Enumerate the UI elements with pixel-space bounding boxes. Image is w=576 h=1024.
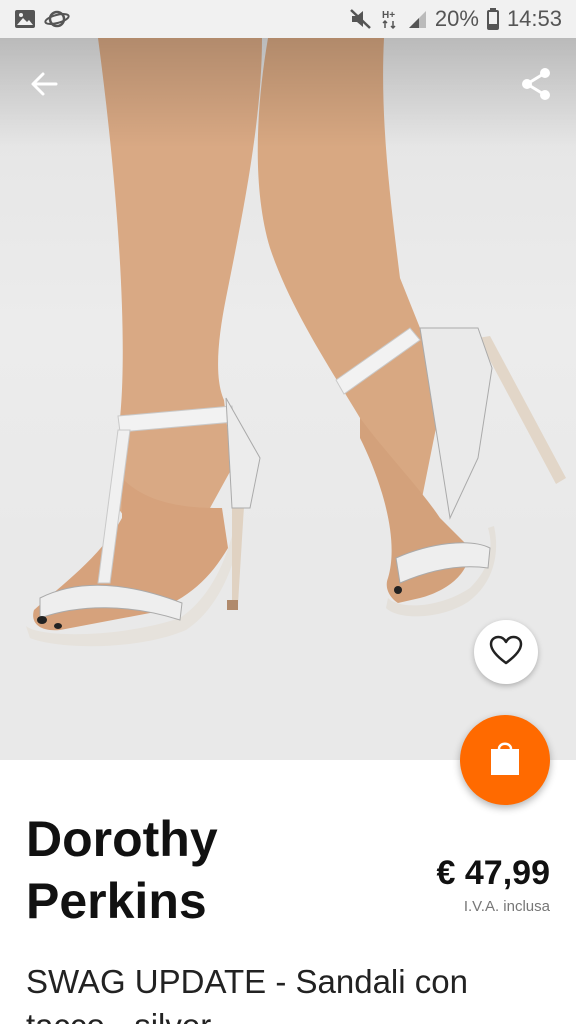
price-box: € 47,99 I.V.A. inclusa <box>437 852 550 915</box>
shopping-bag-icon <box>489 739 521 782</box>
battery-icon <box>486 8 499 30</box>
status-left <box>0 9 70 29</box>
status-bar: H+ 20% 14:53 <box>0 0 576 38</box>
heart-outline-icon <box>489 635 523 670</box>
share-icon <box>520 67 552 106</box>
product-name: SWAG UPDATE - Sandali con tacco - silver <box>26 963 468 1024</box>
mute-icon <box>349 8 373 30</box>
planet-notification-icon <box>44 9 70 29</box>
image-top-shade <box>0 38 576 148</box>
product-detail-screen: H+ 20% 14:53 Dorothy Perkins € 47,99 I.V… <box>0 0 576 1024</box>
battery-percent: 20% <box>434 6 479 31</box>
status-right: H+ 20% 14:53 <box>349 6 576 32</box>
svg-text:H+: H+ <box>382 10 395 21</box>
signal-icon <box>407 9 427 29</box>
favorite-button[interactable] <box>474 620 538 684</box>
gallery-notification-icon <box>14 9 36 29</box>
vat-note: I.V.A. inclusa <box>463 898 550 915</box>
network-type-icon: H+ <box>381 8 399 30</box>
add-to-cart-button[interactable] <box>460 715 550 805</box>
brand-name[interactable]: Dorothy Perkins <box>26 808 356 932</box>
price: € 47,99 <box>436 854 550 892</box>
back-button[interactable] <box>20 62 68 110</box>
clock: 14:53 <box>506 6 562 31</box>
share-button[interactable] <box>512 62 560 110</box>
arrow-left-icon <box>29 69 59 104</box>
